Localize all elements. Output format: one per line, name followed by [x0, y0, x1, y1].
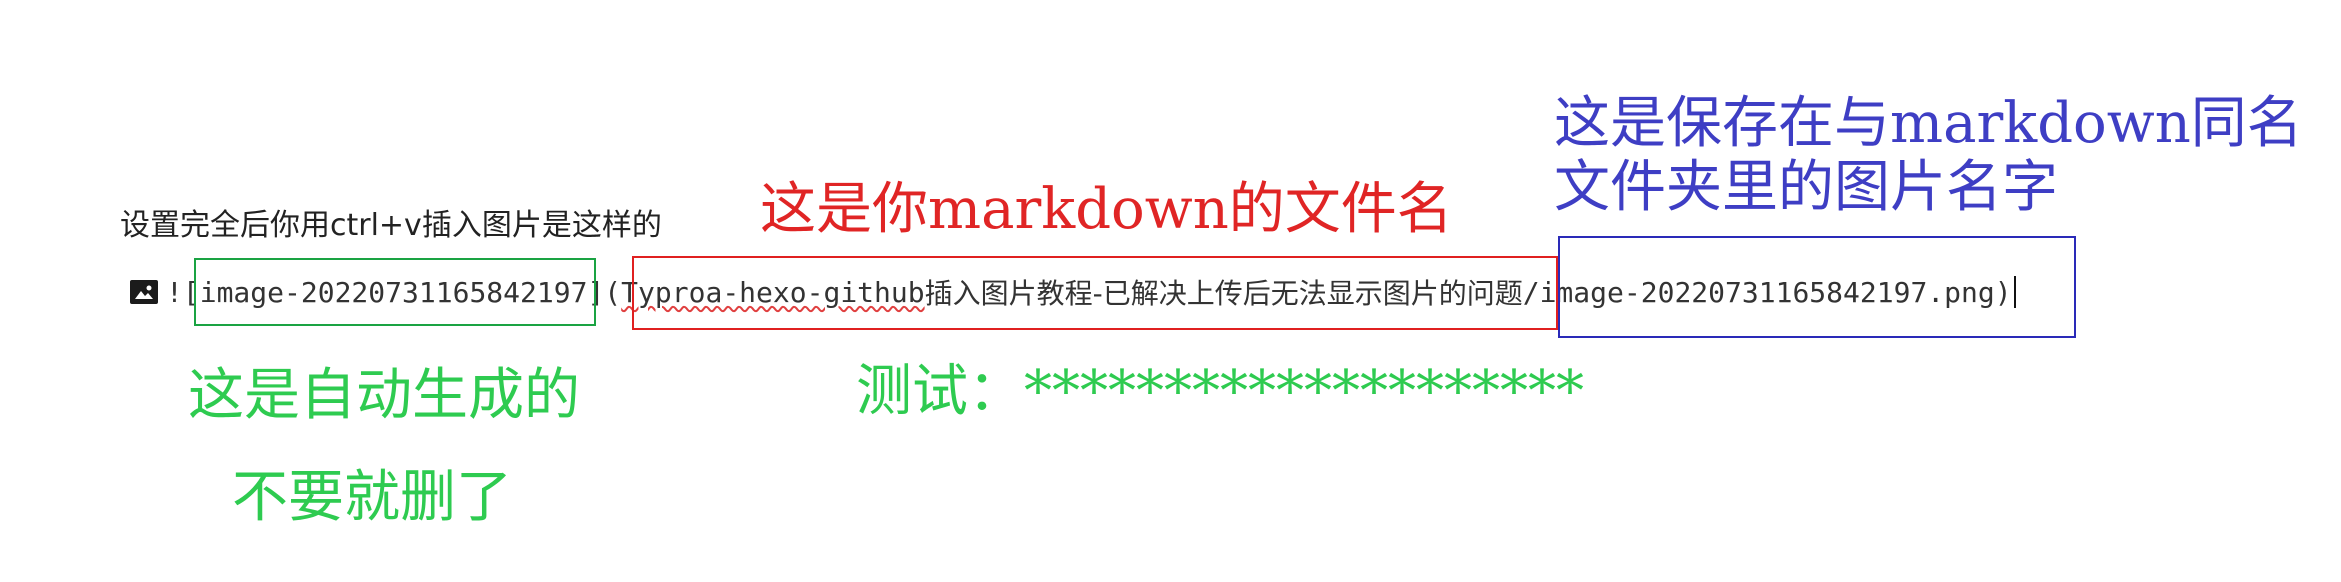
intro-text: 设置完全后你用ctrl+v插入图片是这样的: [120, 208, 662, 243]
annotation-image-name: 这是保存在与markdown同名 文件夹里的图片名字: [1554, 91, 2303, 221]
filename-highlight-box: [1558, 236, 2076, 338]
annotation-auto-generated: 这是自动生成的: [188, 363, 580, 428]
annotation-test: 测试：********************: [856, 359, 1584, 424]
alt-text-highlight-box: [194, 258, 596, 326]
folder-highlight-box: [632, 256, 1558, 330]
annotation-markdown-filename: 这是你markdown的文件名: [760, 177, 1453, 242]
test-label: 测试：: [856, 359, 1024, 424]
annotation-image-name-line1: 这是保存在与markdown同名: [1554, 91, 2303, 156]
image-icon: [130, 280, 158, 304]
annotation-image-name-line2: 文件夹里的图片名字: [1554, 155, 2058, 221]
test-value: ********************: [1024, 359, 1584, 424]
annotation-delete-hint: 不要就删了: [232, 465, 512, 530]
